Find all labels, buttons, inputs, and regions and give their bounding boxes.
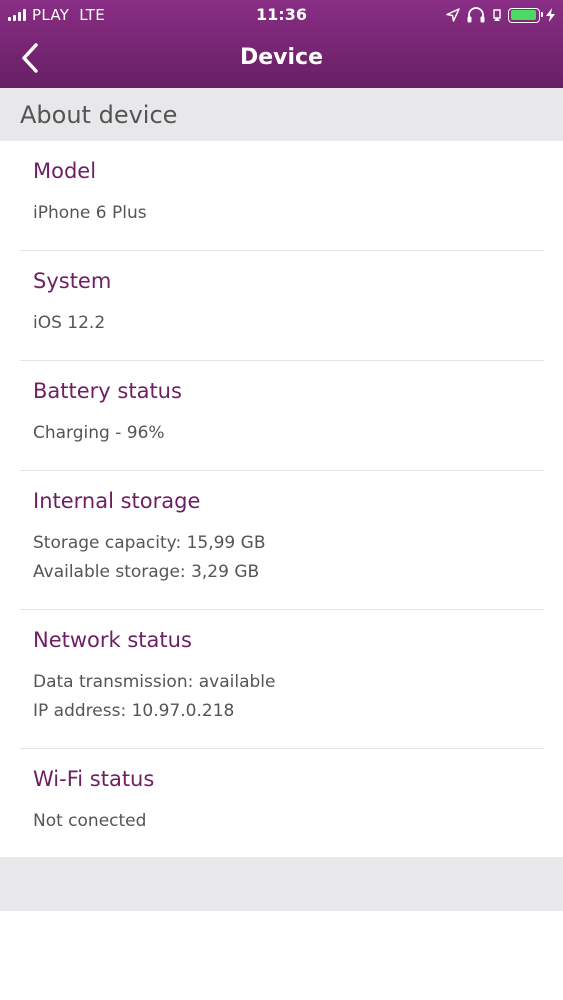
- battery-icon: [508, 7, 543, 23]
- location-arrow-icon: [446, 8, 460, 22]
- navigation-bar: Device: [0, 30, 563, 86]
- headphones-icon: [467, 7, 485, 23]
- list-item-wifi-status: Wi-Fi status Not conected: [20, 749, 544, 859]
- item-title: Internal storage: [33, 489, 201, 513]
- status-bar-right: [446, 0, 555, 30]
- item-title: Battery status: [33, 379, 182, 403]
- list-item-battery-status: Battery status Charging - 96%: [20, 361, 544, 471]
- list-item-model: Model iPhone 6 Plus: [20, 141, 544, 251]
- item-value: Charging - 96%: [33, 423, 165, 443]
- section-header: About device: [0, 88, 563, 141]
- battery-fill: [510, 10, 537, 20]
- list-item-network-status: Network status Data transmission: availa…: [20, 610, 544, 749]
- item-value: iPhone 6 Plus: [33, 203, 147, 223]
- item-value: Available storage: 3,29 GB: [33, 562, 260, 582]
- item-title: Wi-Fi status: [33, 767, 155, 791]
- item-value: Storage capacity: 15,99 GB: [33, 533, 266, 553]
- footer-band: [0, 857, 563, 911]
- item-value: Data transmission: available: [33, 672, 276, 692]
- device-info-list: Model iPhone 6 Plus System iOS 12.2 Batt…: [0, 141, 563, 859]
- airplay-icon: [493, 9, 501, 21]
- list-item-internal-storage: Internal storage Storage capacity: 15,99…: [20, 471, 544, 610]
- charging-bolt-icon: [546, 8, 555, 22]
- item-value: IP address: 10.97.0.218: [33, 701, 235, 721]
- item-value: iOS 12.2: [33, 313, 106, 333]
- item-title: System: [33, 269, 112, 293]
- page-title: Device: [239, 45, 324, 70]
- list-item-system: System iOS 12.2: [20, 251, 544, 361]
- app-header: PLAY LTE 11:36 Device: [0, 0, 563, 88]
- item-title: Model: [33, 159, 97, 183]
- status-bar: PLAY LTE 11:36: [0, 0, 563, 30]
- item-value: Not conected: [33, 811, 147, 831]
- item-title: Network status: [33, 628, 192, 652]
